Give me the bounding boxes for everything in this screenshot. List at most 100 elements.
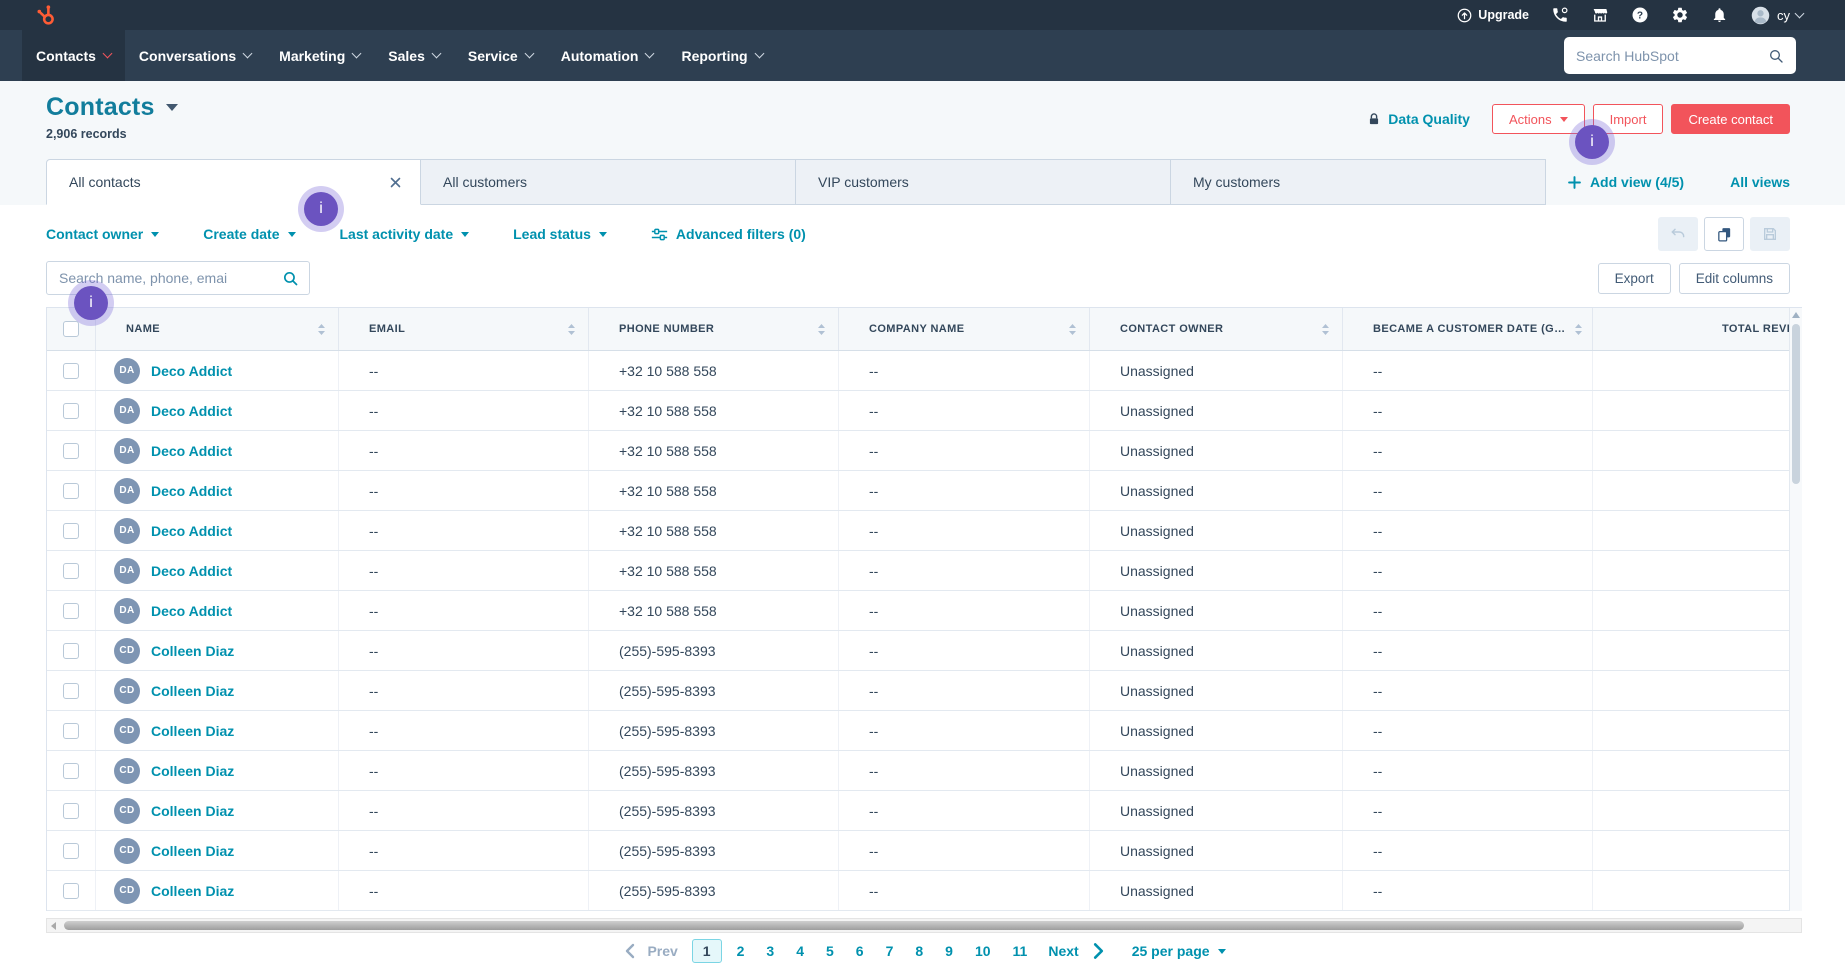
info-marker[interactable]: i	[74, 286, 108, 320]
nav-item-sales[interactable]: Sales	[374, 30, 454, 81]
per-page-dropdown[interactable]: 25 per page	[1132, 943, 1226, 959]
column-header[interactable]: COMPANY NAME	[838, 308, 1089, 350]
calling-icon[interactable]	[1551, 6, 1569, 24]
row-checkbox[interactable]	[63, 362, 79, 379]
row-checkbox[interactable]	[63, 482, 79, 499]
column-header[interactable]: CONTACT OWNER	[1089, 308, 1342, 350]
global-search[interactable]	[1564, 37, 1796, 74]
prev-page-button[interactable]: Prev	[647, 943, 677, 959]
contact-name-link[interactable]: Colleen Diaz	[151, 883, 234, 899]
object-type-dropdown[interactable]: Contacts	[46, 93, 178, 122]
edit-columns-button[interactable]: Edit columns	[1678, 262, 1790, 294]
nav-item-automation[interactable]: Automation	[547, 30, 668, 81]
all-views-link[interactable]: All views	[1730, 174, 1790, 190]
horizontal-scroll-thumb[interactable]	[64, 921, 1744, 930]
row-checkbox[interactable]	[63, 802, 79, 819]
nav-item-marketing[interactable]: Marketing	[265, 30, 374, 81]
select-all-checkbox[interactable]	[63, 321, 79, 337]
scroll-up-icon[interactable]	[1792, 312, 1800, 318]
column-header[interactable]: EMAIL	[338, 308, 588, 350]
row-checkbox[interactable]	[63, 602, 79, 619]
vertical-scrollbar[interactable]	[1789, 308, 1802, 911]
next-page-chevron[interactable]	[1087, 938, 1110, 964]
row-checkbox[interactable]	[63, 722, 79, 739]
view-tab[interactable]: All customers	[421, 159, 796, 205]
row-checkbox[interactable]	[63, 882, 79, 899]
page-button-6[interactable]: 6	[845, 939, 875, 963]
contact-name-link[interactable]: Colleen Diaz	[151, 723, 234, 739]
vertical-scroll-thumb[interactable]	[1792, 324, 1800, 484]
contact-name-link[interactable]: Deco Addict	[151, 483, 232, 499]
view-tab[interactable]: VIP customers	[796, 159, 1171, 205]
contact-name-link[interactable]: Deco Addict	[151, 523, 232, 539]
page-button-1[interactable]: 1	[691, 939, 722, 963]
contact-name-link[interactable]: Deco Addict	[151, 443, 232, 459]
settings-icon[interactable]	[1671, 6, 1689, 24]
row-checkbox[interactable]	[63, 442, 79, 459]
nav-item-contacts[interactable]: Contacts	[22, 30, 125, 81]
page-button-4[interactable]: 4	[785, 939, 815, 963]
row-checkbox[interactable]	[63, 842, 79, 859]
page-button-10[interactable]: 10	[964, 939, 1002, 963]
column-header[interactable]: BECAME A CUSTOMER DATE (G…	[1342, 308, 1592, 350]
data-quality-link[interactable]: Data Quality	[1367, 111, 1470, 127]
page-button-5[interactable]: 5	[815, 939, 845, 963]
nav-item-reporting[interactable]: Reporting	[667, 30, 776, 81]
create-contact-button[interactable]: Create contact	[1671, 104, 1790, 134]
nav-item-service[interactable]: Service	[454, 30, 547, 81]
undo-button[interactable]	[1658, 217, 1698, 251]
scroll-left-icon[interactable]	[51, 921, 56, 930]
notifications-icon[interactable]	[1711, 6, 1728, 24]
marketplace-icon[interactable]	[1591, 6, 1609, 24]
actions-button[interactable]: Actions	[1491, 104, 1585, 134]
row-checkbox[interactable]	[63, 682, 79, 699]
info-marker[interactable]: i	[1575, 125, 1609, 159]
upgrade-button[interactable]: Upgrade	[1457, 8, 1529, 23]
global-search-input[interactable]	[1576, 47, 1768, 64]
filter-dropdown[interactable]: Lead status	[513, 226, 607, 242]
contact-name-link[interactable]: Deco Addict	[151, 563, 232, 579]
column-header[interactable]: TOTAL REVE	[1592, 308, 1801, 350]
prev-page-chevron[interactable]	[619, 939, 641, 963]
contact-name-link[interactable]: Colleen Diaz	[151, 643, 234, 659]
next-page-button[interactable]: Next	[1048, 943, 1078, 959]
contact-name-link[interactable]: Deco Addict	[151, 403, 232, 419]
page-button-9[interactable]: 9	[934, 939, 964, 963]
nav-item-conversations[interactable]: Conversations	[125, 30, 265, 81]
page-button-8[interactable]: 8	[904, 939, 934, 963]
row-checkbox[interactable]	[63, 642, 79, 659]
row-checkbox[interactable]	[63, 562, 79, 579]
filter-dropdown[interactable]: Last activity date	[340, 226, 470, 242]
save-view-button[interactable]	[1750, 217, 1790, 251]
column-header[interactable]: PHONE NUMBER	[588, 308, 838, 350]
row-checkbox[interactable]	[63, 522, 79, 539]
row-checkbox[interactable]	[63, 402, 79, 419]
filter-dropdown[interactable]: Create date	[203, 226, 296, 242]
contact-name-link[interactable]: Colleen Diaz	[151, 803, 234, 819]
contact-name-link[interactable]: Colleen Diaz	[151, 843, 234, 859]
close-icon[interactable]	[387, 174, 404, 191]
advanced-filters-button[interactable]: Advanced filters (0)	[651, 226, 806, 242]
export-button[interactable]: Export	[1597, 262, 1671, 294]
info-marker[interactable]: i	[304, 192, 338, 226]
row-checkbox[interactable]	[63, 762, 79, 779]
contact-name-link[interactable]: Deco Addict	[151, 363, 232, 379]
page-button-11[interactable]: 11	[1002, 939, 1039, 963]
view-tab[interactable]: My customers	[1171, 159, 1546, 205]
page-button-7[interactable]: 7	[875, 939, 905, 963]
page-button-2[interactable]: 2	[726, 939, 756, 963]
horizontal-scrollbar[interactable]	[46, 918, 1802, 933]
hubspot-logo[interactable]	[36, 3, 58, 28]
contact-name-link[interactable]: Colleen Diaz	[151, 763, 234, 779]
user-menu[interactable]: cy	[1750, 5, 1805, 26]
copy-view-button[interactable]	[1704, 217, 1744, 251]
contact-name-link[interactable]: Colleen Diaz	[151, 683, 234, 699]
page-button-3[interactable]: 3	[755, 939, 785, 963]
column-header[interactable]: NAME	[95, 308, 338, 350]
help-icon[interactable]: ?	[1631, 6, 1649, 24]
view-tab[interactable]: All contacts	[46, 159, 421, 205]
contact-search-input[interactable]	[59, 270, 282, 286]
contact-name-link[interactable]: Deco Addict	[151, 603, 232, 619]
add-view-button[interactable]: Add view (4/5)	[1568, 174, 1684, 190]
filter-dropdown[interactable]: Contact owner	[46, 226, 160, 242]
